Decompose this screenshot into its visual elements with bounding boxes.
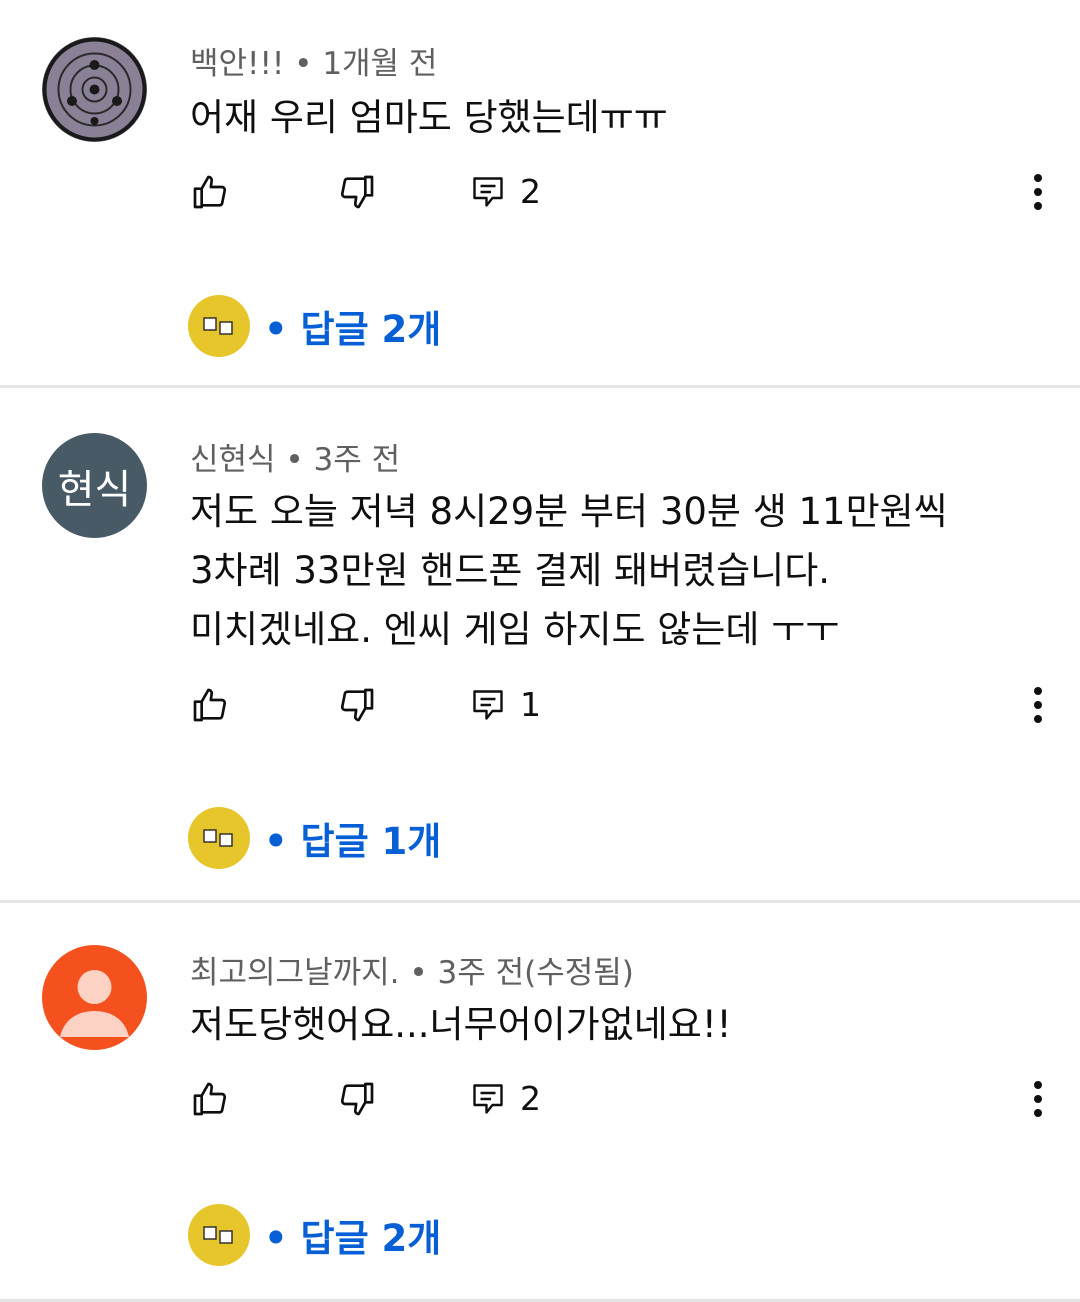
- creator-avatar-icon: [203, 829, 233, 847]
- thumb-down-icon: [340, 175, 374, 209]
- reply-count: 2: [520, 1079, 541, 1118]
- comment-line: 저도당햇어요...너무어이가없네요!!: [190, 1003, 732, 1046]
- creator-avatar: [188, 807, 250, 869]
- more-vert-icon: [1034, 687, 1042, 723]
- thumb-up-icon: [193, 175, 227, 209]
- comment-line: 미치겠네요. 엔씨 게임 하지도 않는데 ㅜㅜ: [190, 608, 840, 651]
- comment-line: 저도 오늘 저녁 8시29분 부터 30분 생 11만원씩: [190, 490, 948, 533]
- like-button[interactable]: [190, 685, 230, 725]
- creator-avatar: [188, 1204, 250, 1266]
- comment-line: 3차례 33만원 핸드폰 결제 돼버렸습니다.: [190, 549, 831, 592]
- avatar[interactable]: 현식: [42, 433, 147, 538]
- dislike-button[interactable]: [337, 172, 377, 212]
- comment-meta: 최고의그날까지. • 3주 전(수정됨): [190, 955, 634, 991]
- more-options-button[interactable]: [1032, 685, 1044, 725]
- avatar-text: 현식: [57, 466, 132, 513]
- comment-text: 저도 오늘 저녁 8시29분 부터 30분 생 11만원씩 3차례 33만원 핸…: [190, 482, 948, 659]
- thumb-down-icon: [340, 1082, 374, 1116]
- reply-icon: [473, 176, 503, 207]
- view-replies-button[interactable]: • 답글 1개: [188, 807, 441, 869]
- reply-count: 2: [520, 172, 541, 211]
- comment-meta: 백안!!! • 1개월 전: [190, 46, 438, 82]
- creator-avatar-icon: [203, 317, 233, 335]
- reply-button[interactable]: 2: [470, 1079, 541, 1118]
- more-vert-icon: [1034, 174, 1042, 210]
- dislike-button[interactable]: [337, 1079, 377, 1119]
- thumb-up-icon: [193, 1082, 227, 1116]
- comment-actions: 2: [0, 172, 1080, 232]
- comment-list: 백안!!! • 1개월 전 어재 우리 엄마도 당했는데ㅠㅠ 2 • 답글 2개: [0, 0, 1080, 1302]
- reply-count: 1: [520, 685, 541, 724]
- dislike-button[interactable]: [337, 685, 377, 725]
- comment: 백안!!! • 1개월 전 어재 우리 엄마도 당했는데ㅠㅠ 2 • 답글 2개: [0, 0, 1080, 388]
- comment-actions: 1: [0, 685, 1080, 745]
- more-options-button[interactable]: [1032, 1079, 1044, 1119]
- like-button[interactable]: [190, 1079, 230, 1119]
- default-avatar-icon: [60, 970, 129, 1037]
- replies-label: • 답글 2개: [264, 1217, 442, 1260]
- comment: 최고의그날까지. • 3주 전(수정됨) 저도당햇어요...너무어이가없네요!!…: [0, 903, 1080, 1302]
- avatar[interactable]: [42, 945, 147, 1050]
- like-button[interactable]: [190, 172, 230, 212]
- reply-button[interactable]: 2: [470, 172, 541, 211]
- more-vert-icon: [1034, 1081, 1042, 1117]
- comment: 현식 신현식 • 3주 전 저도 오늘 저녁 8시29분 부터 30분 생 11…: [0, 388, 1080, 903]
- replies-label: • 답글 1개: [264, 820, 442, 863]
- replies-label: • 답글 2개: [264, 308, 442, 351]
- comment-text: 저도당햇어요...너무어이가없네요!!: [190, 995, 732, 1054]
- reply-icon: [473, 689, 503, 720]
- more-options-button[interactable]: [1032, 172, 1044, 212]
- creator-avatar-icon: [203, 1226, 233, 1244]
- sharingan-icon: [42, 37, 147, 142]
- reply-icon: [473, 1083, 503, 1114]
- comment-actions: 2: [0, 1079, 1080, 1139]
- creator-avatar: [188, 295, 250, 357]
- view-replies-button[interactable]: • 답글 2개: [188, 295, 441, 357]
- thumb-up-icon: [193, 688, 227, 722]
- thumb-down-icon: [340, 688, 374, 722]
- view-replies-button[interactable]: • 답글 2개: [188, 1204, 441, 1266]
- reply-button[interactable]: 1: [470, 685, 541, 724]
- comment-text: 어재 우리 엄마도 당했는데ㅠㅠ: [190, 88, 668, 147]
- avatar[interactable]: [42, 37, 147, 142]
- comment-line: 어재 우리 엄마도 당했는데ㅠㅠ: [190, 96, 668, 139]
- comment-meta: 신현식 • 3주 전: [190, 442, 401, 478]
